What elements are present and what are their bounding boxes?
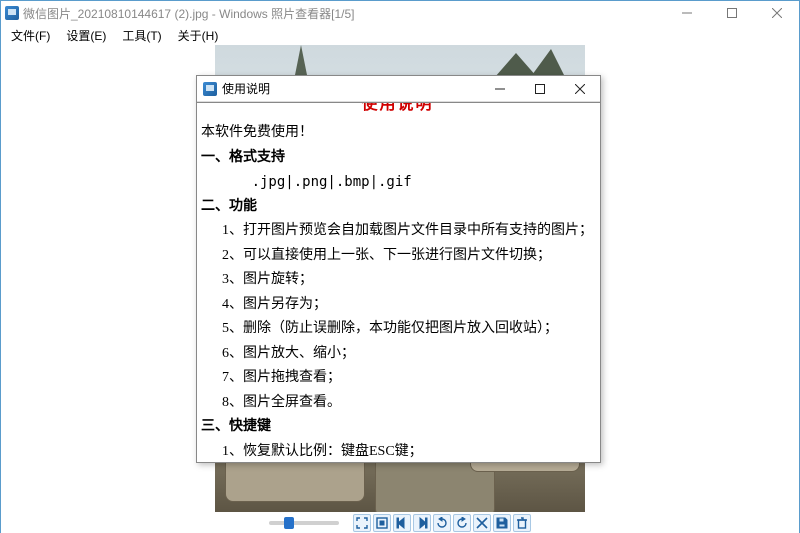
menu-about[interactable]: 关于(H) — [170, 25, 227, 46]
delete-button[interactable] — [513, 514, 531, 532]
feature-item: 2、可以直接使用上一张、下一张进行图片文件切换； — [201, 244, 594, 269]
feature-item: 3、图片旋转； — [201, 268, 594, 293]
zoom-thumb[interactable] — [284, 517, 294, 529]
dialog-app-icon — [203, 82, 217, 96]
window-title: 微信图片_20210810144617 (2).jpg - Windows 照片… — [23, 5, 354, 22]
dialog-heading: 使用说明 — [201, 103, 594, 119]
feature-item: 5、删除（防止误删除，本功能仅把图片放入回收站）； — [201, 317, 594, 342]
app-icon — [5, 6, 19, 20]
formats-list: .jpg|.png|.bmp|.gif — [201, 170, 594, 195]
dialog-content[interactable]: 使用说明 本软件免费使用！ 一、格式支持 .jpg|.png|.bmp|.gif… — [197, 103, 600, 462]
dialog-titlebar[interactable]: 使用说明 — [197, 76, 600, 102]
menu-tools[interactable]: 工具(T) — [114, 25, 169, 46]
section-formats: 一、格式支持 — [201, 150, 285, 165]
actual-size-button[interactable] — [373, 514, 391, 532]
minimize-button[interactable] — [664, 1, 709, 25]
main-titlebar: 微信图片_20210810144617 (2).jpg - Windows 照片… — [1, 1, 799, 25]
feature-item: 8、图片全屏查看。 — [201, 391, 594, 416]
dialog-body: 使用说明 本软件免费使用！ 一、格式支持 .jpg|.png|.bmp|.gif… — [197, 102, 600, 462]
crop-button[interactable] — [473, 514, 491, 532]
feature-item: 4、图片另存为； — [201, 293, 594, 318]
save-button[interactable] — [493, 514, 511, 532]
fit-screen-button[interactable] — [353, 514, 371, 532]
maximize-button[interactable] — [709, 1, 754, 25]
rotate-left-button[interactable] — [433, 514, 451, 532]
dialog-close-button[interactable] — [560, 76, 600, 102]
help-dialog: 使用说明 使用说明 本软件免费使用！ 一、格式支持 .jpg|.png|.bmp… — [196, 75, 601, 463]
feature-item: 6、图片放大、缩小； — [201, 342, 594, 367]
section-features: 二、功能 — [201, 199, 257, 214]
bottom-toolbar — [1, 512, 799, 533]
dialog-maximize-button[interactable] — [520, 76, 560, 102]
dialog-title: 使用说明 — [222, 80, 270, 97]
rotate-right-button[interactable] — [453, 514, 471, 532]
dialog-minimize-button[interactable] — [480, 76, 520, 102]
section-shortcuts: 三、快捷键 — [201, 419, 271, 434]
menu-bar: 文件(F) 设置(E) 工具(T) 关于(H) — [1, 25, 799, 45]
feature-item: 1、打开图片预览会自加载图片文件目录中所有支持的图片； — [201, 219, 594, 244]
zoom-slider[interactable] — [269, 521, 339, 525]
intro-text: 本软件免费使用！ — [201, 121, 594, 146]
shortcut-item: 1、恢复默认比例：键盘ESC键； — [201, 440, 594, 463]
menu-file[interactable]: 文件(F) — [3, 25, 58, 46]
feature-item: 7、图片拖拽查看； — [201, 366, 594, 391]
previous-button[interactable] — [393, 514, 411, 532]
close-button[interactable] — [754, 1, 799, 25]
menu-settings[interactable]: 设置(E) — [58, 25, 114, 46]
next-button[interactable] — [413, 514, 431, 532]
